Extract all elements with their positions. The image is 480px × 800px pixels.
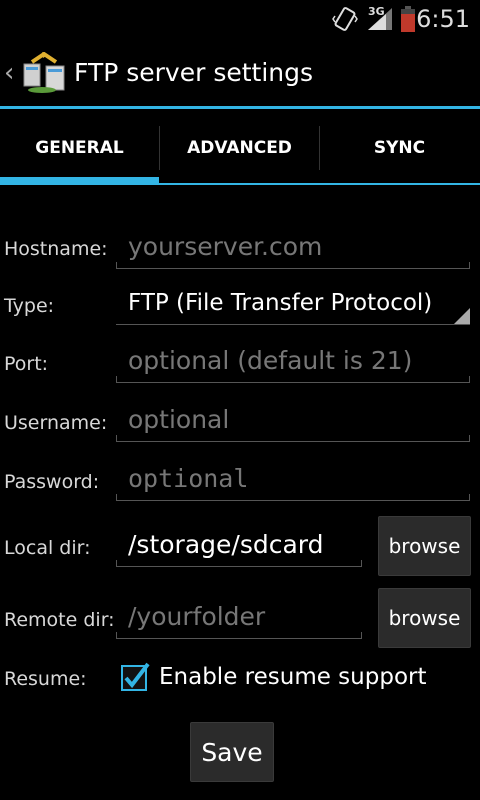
save-button[interactable]: Save — [190, 722, 274, 782]
port-placeholder: optional (default is 21) — [128, 346, 413, 375]
save-button-label: Save — [201, 737, 263, 767]
local-dir-browse-button[interactable]: browse — [378, 516, 471, 576]
local-dir-field[interactable]: /storage/sdcard — [116, 530, 362, 567]
resume-label: Resume: — [4, 668, 87, 690]
battery-icon — [401, 6, 415, 32]
local-dir-browse-label: browse — [388, 534, 461, 558]
tab-sync[interactable]: SYNC — [320, 112, 479, 184]
password-field[interactable]: optional — [116, 464, 470, 501]
username-field[interactable]: optional — [116, 405, 470, 442]
port-field[interactable]: optional (default is 21) — [116, 346, 470, 383]
remote-dir-field[interactable]: /yourfolder — [116, 602, 362, 639]
action-bar-divider — [0, 106, 480, 109]
remote-dir-placeholder: /yourfolder — [128, 602, 266, 631]
local-dir-value: /storage/sdcard — [128, 530, 324, 559]
username-label: Username: — [4, 412, 108, 434]
password-placeholder: optional — [128, 464, 249, 493]
page-title: FTP server settings — [74, 58, 314, 87]
dropdown-arrow-icon — [454, 308, 470, 324]
type-spinner[interactable]: FTP (File Transfer Protocol) — [116, 288, 470, 325]
chevron-left-icon[interactable]: ‹ — [4, 58, 14, 88]
tab-bar: GENERAL ADVANCED SYNC — [0, 112, 480, 184]
hostname-label: Hostname: — [4, 238, 108, 260]
tab-selected-indicator — [0, 177, 159, 185]
status-bar: 3G 6:51 — [0, 0, 480, 38]
remote-dir-browse-label: browse — [388, 606, 461, 630]
type-label: Type: — [4, 295, 55, 317]
hostname-field[interactable]: yourserver.com — [116, 232, 470, 269]
tab-general[interactable]: GENERAL — [0, 112, 159, 184]
resume-checkbox[interactable] — [120, 662, 150, 692]
tab-advanced[interactable]: ADVANCED — [160, 112, 319, 184]
remote-dir-label: Remote dir: — [4, 609, 115, 631]
vibrate-icon — [332, 7, 358, 31]
password-label: Password: — [4, 471, 100, 493]
tab-sync-label: SYNC — [373, 138, 426, 158]
tab-general-label: GENERAL — [35, 138, 124, 158]
tab-advanced-label: ADVANCED — [187, 138, 292, 158]
status-clock: 6:51 — [416, 5, 470, 33]
type-value: FTP (File Transfer Protocol) — [128, 290, 433, 316]
signal-icon — [368, 8, 392, 30]
local-dir-label: Local dir: — [4, 537, 91, 559]
port-label: Port: — [4, 353, 49, 375]
hostname-placeholder: yourserver.com — [128, 232, 323, 261]
username-placeholder: optional — [128, 405, 230, 434]
ftp-app-icon[interactable] — [22, 52, 66, 94]
remote-dir-browse-button[interactable]: browse — [378, 588, 471, 648]
resume-checkbox-label[interactable]: Enable resume support — [159, 664, 427, 690]
